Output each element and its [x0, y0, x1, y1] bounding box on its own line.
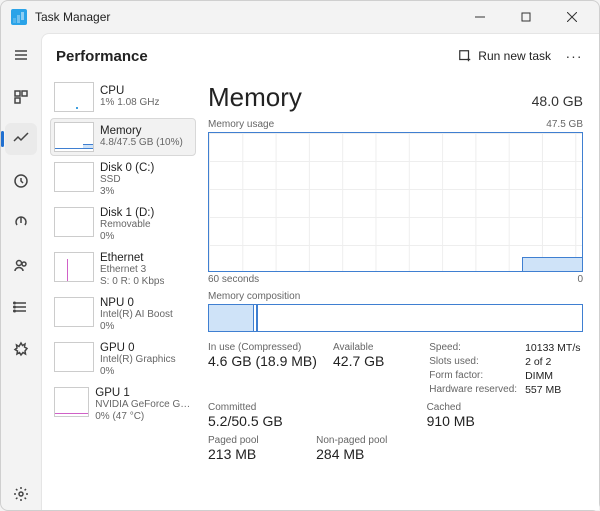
window-body: Performance Run new task ··· CPU 1% 1.08…: [1, 33, 599, 510]
settings-icon[interactable]: [5, 478, 37, 510]
perf-item-sub2: 3%: [100, 186, 154, 198]
perf-thumb-ethernet: [54, 252, 94, 282]
perf-thumb-gpu0: [54, 342, 94, 372]
perf-item-sub2: 0%: [100, 366, 176, 378]
hw-value: 557 MB: [525, 384, 583, 396]
memory-usage-graph: [208, 132, 583, 272]
available-label: Available: [333, 342, 419, 353]
perf-item-label: Ethernet: [100, 252, 164, 264]
perf-thumb-memory: [54, 122, 94, 152]
close-button[interactable]: [549, 1, 595, 33]
task-manager-window: Task Manager Performance Run ne: [0, 0, 600, 511]
perf-item-gpu0[interactable]: GPU 0 Intel(R) Graphics 0%: [50, 338, 196, 381]
content-panel: Performance Run new task ··· CPU 1% 1.08…: [41, 33, 599, 510]
perf-item-ethernet[interactable]: Ethernet Ethernet 3 S: 0 R: 0 Kbps: [50, 248, 196, 291]
perf-item-sub: 4.8/47.5 GB (10%): [100, 137, 183, 149]
perf-item-sub: Removable: [100, 219, 154, 231]
slots-value: 2 of 2: [525, 356, 583, 368]
hamburger-icon[interactable]: [5, 39, 37, 71]
maximize-button[interactable]: [503, 1, 549, 33]
perf-item-label: Memory: [100, 125, 183, 137]
axis-right: 0: [577, 274, 583, 285]
run-new-task-button[interactable]: Run new task: [450, 45, 559, 67]
perf-item-sub2: 0%: [100, 231, 154, 243]
usage-caption-right: 47.5 GB: [546, 119, 583, 130]
perf-item-label: NPU 0: [100, 297, 173, 309]
detail-title: Memory: [208, 82, 302, 113]
nav-processes-icon[interactable]: [5, 81, 37, 113]
perf-item-sub: 1% 1.08 GHz: [100, 97, 159, 109]
nav-history-icon[interactable]: [5, 165, 37, 197]
panel-body: CPU 1% 1.08 GHz Memory 4.8/47.5 GB (10%): [42, 78, 599, 510]
nav-startup-icon[interactable]: [5, 207, 37, 239]
speed-value: 10133 MT/s: [525, 342, 583, 354]
nav-users-icon[interactable]: [5, 249, 37, 281]
perf-item-disk0[interactable]: Disk 0 (C:) SSD 3%: [50, 158, 196, 201]
titlebar: Task Manager: [1, 1, 599, 33]
perf-item-sub: Intel(R) Graphics: [100, 354, 176, 366]
perf-item-gpu1[interactable]: GPU 1 NVIDIA GeForce GTX … 0% (47 °C): [50, 383, 196, 426]
perf-item-sub2: S: 0 R: 0 Kbps: [100, 276, 164, 288]
memory-detail: Memory 48.0 GB Memory usage 47.5 GB 60 s…: [202, 78, 599, 510]
perf-item-memory[interactable]: Memory 4.8/47.5 GB (10%): [50, 118, 196, 156]
committed-value: 5.2/50.5 GB: [208, 413, 417, 429]
paged-label: Paged pool: [208, 435, 306, 446]
memory-stats: In use (Compressed) 4.6 GB (18.9 MB) Ava…: [208, 342, 583, 396]
perf-thumb-gpu1: [54, 387, 89, 417]
in-use-label: In use (Compressed): [208, 342, 323, 353]
nav-details-icon[interactable]: [5, 291, 37, 323]
perf-item-label: GPU 0: [100, 342, 176, 354]
detail-header: Memory 48.0 GB: [208, 82, 583, 113]
perf-item-disk1[interactable]: Disk 1 (D:) Removable 0%: [50, 203, 196, 246]
nav-rail: [1, 33, 41, 510]
run-task-label: Run new task: [478, 49, 551, 63]
perf-thumb-npu0: [54, 297, 94, 327]
perf-item-sub: Ethernet 3: [100, 264, 164, 276]
nonpaged-value: 284 MB: [316, 446, 414, 462]
panel-header: Performance Run new task ···: [42, 34, 599, 78]
nav-services-icon[interactable]: [5, 333, 37, 365]
detail-total: 48.0 GB: [532, 93, 583, 109]
app-icon: [11, 9, 27, 25]
committed-label: Committed: [208, 402, 417, 413]
perf-resource-list: CPU 1% 1.08 GHz Memory 4.8/47.5 GB (10%): [42, 78, 202, 510]
hw-label: Hardware reserved:: [429, 384, 517, 396]
available-value: 42.7 GB: [333, 353, 419, 369]
perf-item-cpu[interactable]: CPU 1% 1.08 GHz: [50, 78, 196, 116]
memory-composition-bar: [208, 304, 583, 332]
in-use-value: 4.6 GB (18.9 MB): [208, 353, 323, 369]
perf-thumb-disk0: [54, 162, 94, 192]
usage-caption-left: Memory usage: [208, 119, 274, 130]
perf-item-npu0[interactable]: NPU 0 Intel(R) AI Boost 0%: [50, 293, 196, 336]
perf-item-label: GPU 1: [95, 387, 192, 399]
speed-label: Speed:: [429, 342, 517, 354]
perf-item-label: CPU: [100, 85, 159, 97]
paged-value: 213 MB: [208, 446, 306, 462]
perf-item-sub: NVIDIA GeForce GTX …: [95, 399, 192, 411]
form-value: DIMM: [525, 370, 583, 382]
perf-item-sub: Intel(R) AI Boost: [100, 309, 173, 321]
cached-label: Cached: [427, 402, 583, 413]
perf-item-sub: SSD: [100, 174, 154, 186]
axis-left: 60 seconds: [208, 274, 259, 285]
perf-item-label: Disk 0 (C:): [100, 162, 154, 174]
perf-thumb-disk1: [54, 207, 94, 237]
perf-thumb-cpu: [54, 82, 94, 112]
more-button[interactable]: ···: [559, 41, 589, 71]
nonpaged-label: Non-paged pool: [316, 435, 414, 446]
slots-label: Slots used:: [429, 356, 517, 368]
nav-performance-icon[interactable]: [5, 123, 37, 155]
cached-value: 910 MB: [427, 413, 583, 429]
perf-item-sub2: 0%: [100, 321, 173, 333]
window-controls: [457, 1, 595, 33]
minimize-button[interactable]: [457, 1, 503, 33]
window-title: Task Manager: [35, 10, 457, 24]
run-task-icon: [458, 49, 472, 63]
form-label: Form factor:: [429, 370, 517, 382]
perf-item-sub2: 0% (47 °C): [95, 411, 192, 423]
page-title: Performance: [56, 48, 450, 65]
perf-item-label: Disk 1 (D:): [100, 207, 154, 219]
composition-label: Memory composition: [208, 291, 583, 302]
